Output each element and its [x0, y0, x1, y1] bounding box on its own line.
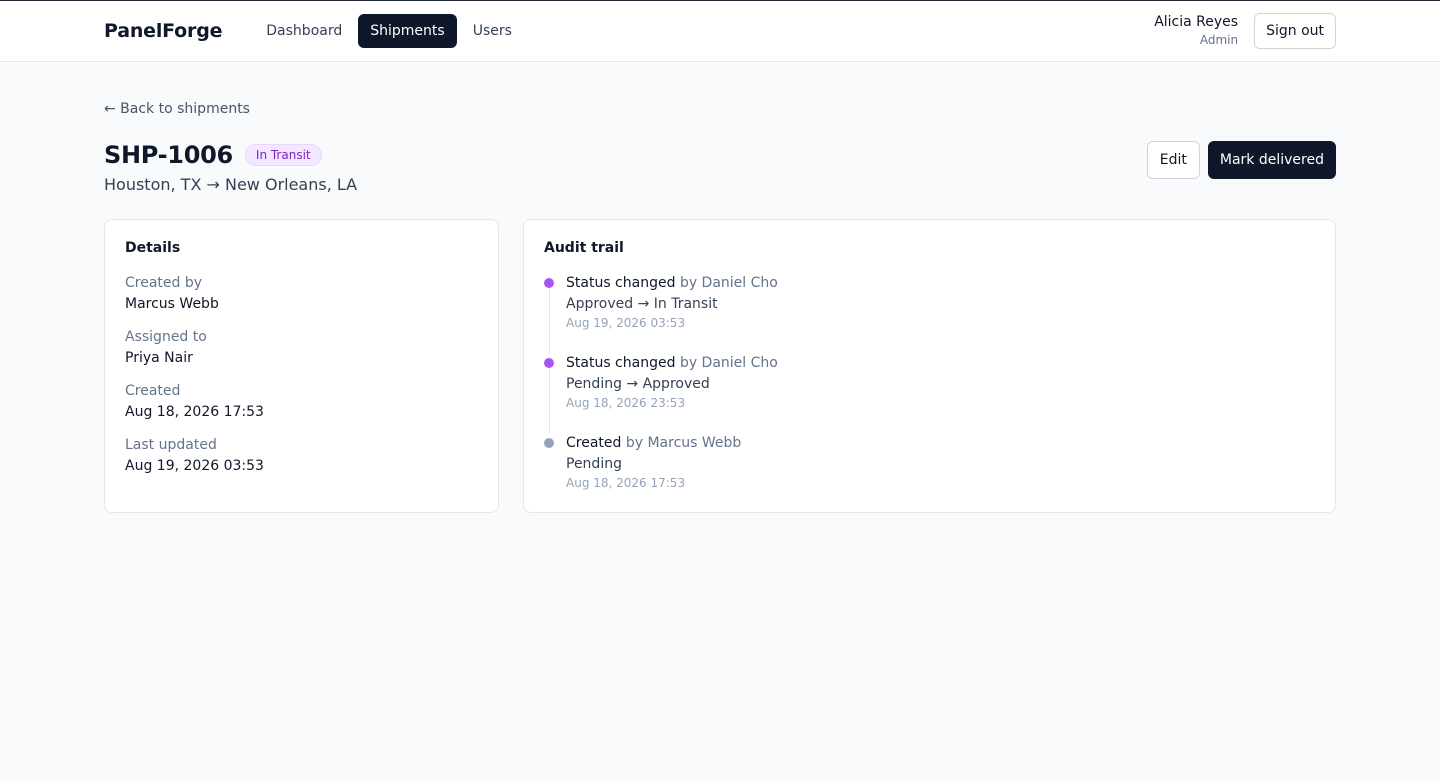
title-line: SHP-1006 In Transit	[104, 141, 1147, 169]
field-created: Created Aug 18, 2026 17:53	[125, 382, 478, 422]
edit-button[interactable]: Edit	[1146, 141, 1200, 179]
audit-entry-action: Status changed	[566, 275, 676, 291]
page-actions: Edit Mark delivered	[1146, 141, 1336, 179]
field-last-updated: Last updated Aug 19, 2026 03:53	[125, 436, 478, 476]
field-label: Created	[125, 383, 181, 399]
nav-item-dashboard[interactable]: Dashboard	[254, 14, 354, 48]
audit-entry-actor: by Daniel Cho	[679, 355, 778, 371]
audit-entry: Status changed by Daniel Cho Pending → A…	[544, 354, 1315, 434]
audit-entry-heading: Status changed by Daniel Cho	[566, 354, 1315, 372]
audit-entry: Status changed by Daniel Cho Approved → …	[544, 274, 1315, 354]
field-value: Marcus Webb	[125, 296, 219, 312]
mark-delivered-button[interactable]: Mark delivered	[1207, 141, 1336, 179]
field-label: Assigned to	[125, 329, 207, 345]
timeline-dot-icon	[544, 358, 554, 368]
user-name: Alicia Reyes	[1154, 14, 1239, 31]
page-header-left: SHP-1006 In Transit Houston, TX → New Or…	[104, 141, 1147, 194]
audit-entry-change: Approved → In Transit	[566, 296, 718, 312]
field-value: Aug 18, 2026 17:53	[125, 404, 264, 420]
timeline-connector	[548, 368, 550, 434]
page-header: SHP-1006 In Transit Houston, TX → New Or…	[104, 141, 1336, 194]
back-to-shipments-link[interactable]: ← Back to shipments	[104, 101, 250, 117]
audit-timeline: Status changed by Daniel Cho Approved → …	[544, 274, 1315, 514]
user-info: Alicia Reyes Admin	[1154, 14, 1238, 47]
details-card: Details Created by Marcus Webb Assigned …	[104, 219, 499, 513]
field-assigned-to: Assigned to Priya Nair	[125, 328, 478, 368]
field-created-by: Created by Marcus Webb	[125, 274, 478, 314]
audit-entry-time: Aug 18, 2026 23:53	[566, 396, 686, 410]
nav-item-shipments[interactable]: Shipments	[358, 14, 457, 48]
audit-entry-actor: by Marcus Webb	[625, 435, 742, 451]
nav-item-users[interactable]: Users	[461, 14, 524, 48]
timeline-connector	[548, 288, 550, 354]
field-label: Created by	[125, 275, 203, 291]
audit-trail-title: Audit trail	[544, 240, 624, 256]
field-label: Last updated	[125, 437, 217, 453]
page-title: SHP-1006	[104, 141, 233, 169]
details-title: Details	[125, 240, 181, 256]
timeline-dot-icon	[544, 438, 554, 448]
cards-row: Details Created by Marcus Webb Assigned …	[104, 219, 1336, 513]
audit-entry-heading: Created by Marcus Webb	[566, 434, 1315, 452]
audit-entry-change: Pending	[566, 456, 622, 472]
audit-entry-time: Aug 18, 2026 17:53	[566, 476, 686, 490]
main-nav: Dashboard Shipments Users	[254, 14, 524, 48]
timeline-dot-icon	[544, 278, 554, 288]
audit-entry-change: Pending → Approved	[566, 376, 710, 392]
sign-out-button[interactable]: Sign out	[1254, 13, 1336, 49]
main-content: ← Back to shipments SHP-1006 In Transit …	[0, 62, 1440, 513]
audit-entry-action: Status changed	[566, 355, 676, 371]
audit-entry-heading: Status changed by Daniel Cho	[566, 274, 1315, 292]
status-badge: In Transit	[244, 144, 322, 166]
audit-entry: Created by Marcus Webb Pending Aug 18, 2…	[544, 434, 1315, 514]
field-value: Aug 19, 2026 03:53	[125, 458, 264, 474]
audit-trail-card: Audit trail Status changed by Daniel Cho…	[523, 219, 1336, 513]
user-role: Admin	[1199, 33, 1239, 48]
audit-entry-time: Aug 19, 2026 03:53	[566, 316, 686, 330]
audit-entry-actor: by Daniel Cho	[679, 275, 778, 291]
top-navbar: PanelForge Dashboard Shipments Users Ali…	[0, 1, 1440, 62]
brand-logo[interactable]: PanelForge	[104, 20, 222, 42]
route-text: Houston, TX → New Orleans, LA	[104, 175, 358, 194]
audit-entry-action: Created	[566, 435, 622, 451]
field-value: Priya Nair	[125, 350, 193, 366]
